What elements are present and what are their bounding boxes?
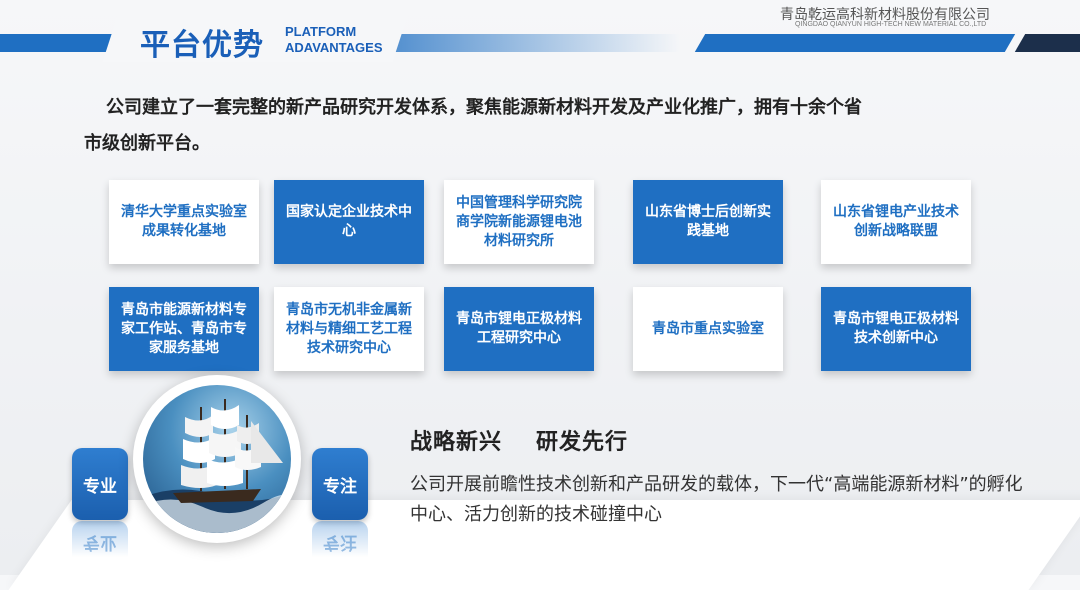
- sailing-ship-picture: [143, 385, 291, 533]
- platform-card: 青岛市能源新材料专家工作站、青岛市专家服务基地: [109, 287, 259, 371]
- platform-card: 清华大学重点实验室成果转化基地: [109, 180, 259, 264]
- strategy-description: 公司开展前瞻性技术创新和产品研发的载体，下一代“高端能源新材料”的孵化中心、活力…: [410, 474, 1023, 525]
- platform-card: 青岛市锂电正极材料技术创新中心: [821, 287, 971, 371]
- page-title-en-line1: PLATFORM: [285, 24, 357, 39]
- platform-card: 中国管理科学研究院商学院新能源锂电池材料研究所: [444, 180, 594, 264]
- header-bar-right: [694, 34, 1016, 52]
- badge-focused: 专注: [312, 448, 368, 520]
- platform-card: 山东省锂电产业技术创新战略联盟: [821, 180, 971, 264]
- strategy-heading-1: 战略新兴: [410, 430, 503, 455]
- page-title-en: PLATFORM ADAVANTAGES: [285, 24, 383, 56]
- sailing-ship-icon: [143, 399, 291, 533]
- page-title-en-line2: ADAVANTAGES: [285, 40, 383, 55]
- intro-line-2: 市级创新平台。: [84, 133, 210, 154]
- badge-professional-reflection: 专业: [72, 521, 128, 557]
- intro-text: 公司建立了一套完整的新产品研究开发体系，聚焦能源新材料开发及产业化推广，拥有十余…: [84, 90, 964, 162]
- platform-card: 青岛市无机非金属新材料与精细工艺工程技术研究中心: [274, 287, 424, 371]
- sailing-ship-image: [133, 375, 301, 543]
- badge-focused-reflection: 专注: [312, 521, 368, 557]
- intro-line-1: 公司建立了一套完整的新产品研究开发体系，聚焦能源新材料开发及产业化推广，拥有十余…: [106, 97, 862, 118]
- platform-card: 青岛市重点实验室: [633, 287, 783, 371]
- header-bar-right-dark: [1014, 34, 1080, 52]
- strategy-heading-2: 研发先行: [536, 430, 629, 455]
- platform-card: 青岛市锂电正极材料工程研究中心: [444, 287, 594, 371]
- company-name-en: QINGDAO QIANYUN HIGH-TECH NEW MATERIAL C…: [795, 21, 987, 28]
- badge-professional: 专业: [72, 448, 128, 520]
- platform-card: 山东省博士后创新实践基地: [633, 180, 783, 264]
- strategy-heading: 战略新兴 研发先行: [410, 424, 662, 456]
- platform-card: 国家认定企业技术中心: [274, 180, 424, 264]
- page-title: 平台优势: [140, 28, 264, 63]
